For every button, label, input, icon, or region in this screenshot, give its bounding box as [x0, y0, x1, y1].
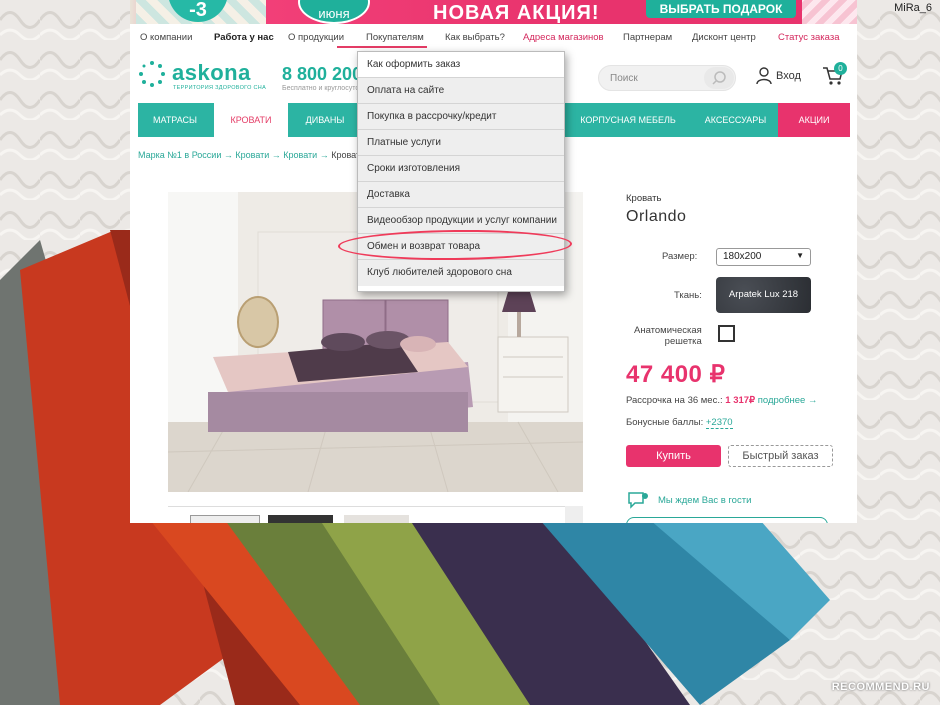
- menu-item-how-to-order[interactable]: Как оформить заказ: [358, 52, 564, 78]
- size-label: Размер:: [662, 251, 698, 262]
- askona-logo-icon[interactable]: [138, 60, 166, 88]
- handdrawn-underline: [337, 46, 427, 48]
- watermark-site: RECOMMEND.RU: [831, 681, 930, 693]
- topnav-discount[interactable]: Дисконт центр: [692, 32, 756, 43]
- buy-button[interactable]: Купить: [626, 445, 721, 467]
- thumbnail-3[interactable]: [344, 515, 409, 523]
- visit-store-link[interactable]: Мы ждем Вас в гости: [626, 490, 751, 510]
- login-link[interactable]: Вход: [756, 67, 801, 85]
- topnav-customers[interactable]: Покупателям: [366, 32, 424, 43]
- size-select[interactable]: 180x200 ▼: [716, 248, 811, 266]
- bonus-text: Бонусные баллы:: [626, 417, 706, 428]
- topnav-about[interactable]: О компании: [140, 32, 192, 43]
- breadcrumb-item[interactable]: Кровати: [283, 150, 317, 160]
- thumbnail-scroll[interactable]: [565, 506, 583, 523]
- category-beds[interactable]: КРОВАТИ: [214, 103, 288, 137]
- menu-item-installment[interactable]: Покупка в рассрочку/кредит: [358, 104, 564, 130]
- search-button[interactable]: [704, 67, 734, 89]
- phone-number[interactable]: 8 800 200: [282, 64, 362, 85]
- category-sofas[interactable]: ДИВАНЫ: [288, 103, 362, 137]
- cart-count-badge: 0: [834, 62, 847, 75]
- fabric-swatch[interactable]: Arpatek Lux 218: [716, 277, 811, 313]
- breadcrumb-item[interactable]: Кровати: [235, 150, 269, 160]
- category-cabinet-furniture[interactable]: КОРПУСНАЯ МЕБЕЛЬ: [568, 103, 688, 137]
- quick-order-button[interactable]: Быстрый заказ: [728, 445, 833, 467]
- menu-item-sleep-club[interactable]: Клуб любителей здорового сна: [358, 260, 564, 286]
- menu-item-online-payment[interactable]: Оплата на сайте: [358, 78, 564, 104]
- visit-text: Мы ждем Вас в гости: [658, 494, 752, 506]
- login-label: Вход: [776, 70, 801, 82]
- anatomic-checkbox[interactable]: [718, 325, 735, 342]
- topnav-store-addresses[interactable]: Адреса магазинов: [523, 32, 604, 43]
- logo-tagline: ТЕРРИТОРИЯ ЗДОРОВОГО СНА: [173, 85, 267, 91]
- topnav-how-to-choose[interactable]: Как выбрать?: [445, 32, 505, 43]
- logo-text[interactable]: askona: [172, 60, 251, 86]
- menu-item-delivery[interactable]: Доставка: [358, 182, 564, 208]
- store-finder-box[interactable]: [626, 517, 828, 523]
- menu-item-paid-services[interactable]: Платные услуги: [358, 130, 564, 156]
- search-box[interactable]: Поиск: [598, 65, 736, 91]
- bonus-value[interactable]: +2370: [705, 417, 733, 429]
- product-category: Кровать: [626, 193, 662, 204]
- promo-title: НОВАЯ АКЦИЯ!: [433, 2, 600, 24]
- thumbnail-1[interactable]: [190, 515, 260, 523]
- menu-item-production-time[interactable]: Сроки изготовления: [358, 156, 564, 182]
- promo-decor: [802, 0, 857, 24]
- product-price: 47 400 ₽: [626, 361, 726, 388]
- chat-bubble-icon: [628, 492, 648, 509]
- installment-details-link[interactable]: подробнее →: [758, 395, 818, 406]
- thumbnail-2[interactable]: [268, 515, 333, 523]
- promo-banner[interactable]: -3 июня НОВАЯ АКЦИЯ! ВЫБРАТЬ ПОДАРОК: [130, 0, 857, 24]
- breadcrumb-current: Кроват: [331, 150, 361, 160]
- topnav-products[interactable]: О продукции: [288, 32, 344, 43]
- phone-caption: Бесплатно и круглосуточно: [282, 85, 362, 92]
- topnav-order-status[interactable]: Статус заказа: [778, 32, 840, 43]
- category-sales[interactable]: АКЦИИ: [778, 103, 850, 137]
- product-name: Orlando: [626, 208, 687, 225]
- anatomic-label-line1: Анатомическая: [634, 325, 702, 336]
- installment-info: Рассрочка на 36 мес.: 1 317₽ подробнее →: [626, 395, 817, 406]
- topnav-partners[interactable]: Партнерам: [623, 32, 672, 43]
- promo-date: июня: [298, 0, 370, 24]
- choose-gift-button[interactable]: ВЫБРАТЬ ПОДАРОК: [646, 0, 796, 18]
- fabric-label: Ткань:: [674, 290, 702, 301]
- top-navigation: О компании Работа у нас О продукции Поку…: [130, 28, 857, 48]
- breadcrumb-item[interactable]: Марка №1 в России: [138, 150, 221, 160]
- chevron-down-icon: ▼: [796, 251, 804, 260]
- bonus-info: Бонусные баллы: +2370: [626, 417, 733, 429]
- thumbnail-strip: [168, 506, 583, 523]
- topnav-jobs[interactable]: Работа у нас: [214, 32, 274, 43]
- browser-screen: -3 июня НОВАЯ АКЦИЯ! ВЫБРАТЬ ПОДАРОК О к…: [130, 0, 857, 523]
- category-mattresses[interactable]: МАТРАСЫ: [138, 103, 212, 137]
- category-accessories[interactable]: АКСЕССУАРЫ: [693, 103, 778, 137]
- installment-value: 1 317₽: [725, 395, 756, 406]
- user-icon: [756, 67, 772, 85]
- watermark-username: MiRa_6: [894, 2, 932, 14]
- size-value: 180x200: [723, 251, 762, 262]
- search-icon: [712, 71, 726, 85]
- anatomic-label-line2: решетка: [664, 336, 702, 347]
- cart-button[interactable]: 0: [822, 62, 847, 91]
- anatomic-label: Анатомическая решетка: [634, 325, 702, 347]
- search-input[interactable]: Поиск: [610, 73, 638, 84]
- breadcrumb: Марка №1 в России → Кровати → Кровати → …: [138, 150, 361, 160]
- installment-text: Рассрочка на 36 мес.:: [626, 395, 726, 406]
